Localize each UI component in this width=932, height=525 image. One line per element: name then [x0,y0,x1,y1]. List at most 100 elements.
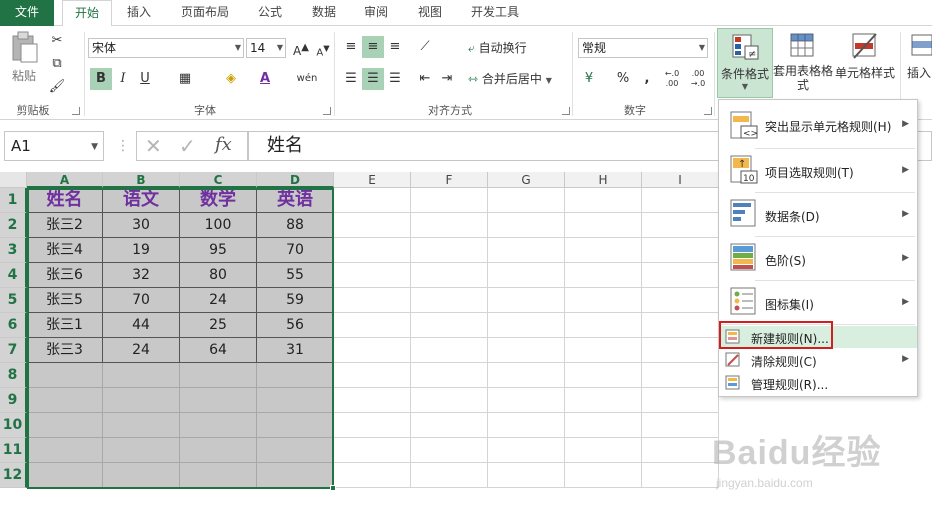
row-header[interactable]: 7 [0,338,27,363]
cell[interactable] [411,263,488,288]
row-header[interactable]: 3 [0,238,27,263]
font-size-combo[interactable]: 14 ▼ [246,38,286,58]
cell[interactable] [27,438,103,463]
cell[interactable] [642,188,719,213]
cell[interactable] [334,438,411,463]
menu-item-highlight-cells-rules[interactable]: <> 突出显示单元格规则(H) ▶ [719,106,917,146]
cell[interactable] [103,388,180,413]
data-cell[interactable]: 张三3 [27,338,103,363]
column-header[interactable]: I [642,172,719,188]
cell[interactable] [565,188,642,213]
header-cell[interactable]: 英语 [257,188,334,213]
align-center-icon[interactable]: ☰ [362,68,384,90]
cell[interactable] [27,463,103,488]
bold-button[interactable]: B [90,68,112,90]
cell[interactable] [642,463,719,488]
decrease-decimal-button[interactable]: .00 →.0 [686,68,710,90]
cell[interactable] [565,338,642,363]
data-cell[interactable]: 25 [180,313,257,338]
menu-item-clear-rules[interactable]: 清除规则(C) ▶ [719,349,917,371]
column-header[interactable]: G [488,172,565,188]
cell[interactable] [334,413,411,438]
align-left-icon[interactable]: ☰ [340,68,362,90]
cell[interactable] [411,463,488,488]
copy-icon[interactable]: ⧉ [46,53,68,75]
column-header[interactable]: F [411,172,488,188]
cell[interactable] [411,188,488,213]
column-header[interactable]: C [180,172,257,188]
underline-button[interactable]: U [134,68,156,90]
header-cell[interactable]: 姓名 [27,188,103,213]
data-cell[interactable]: 95 [180,238,257,263]
data-cell[interactable]: 张三5 [27,288,103,313]
cell[interactable] [565,263,642,288]
cell[interactable] [334,213,411,238]
cell[interactable] [642,238,719,263]
cell[interactable] [642,363,719,388]
cell[interactable] [334,188,411,213]
cell[interactable] [642,313,719,338]
tab-home[interactable]: 开始 [62,0,112,27]
cell[interactable] [103,463,180,488]
cell[interactable] [334,363,411,388]
comma-button[interactable]: , [636,68,658,90]
cell[interactable] [103,413,180,438]
data-cell[interactable]: 张三4 [27,238,103,263]
cell[interactable] [27,388,103,413]
cut-icon[interactable]: ✂ [46,30,68,52]
row-header[interactable]: 5 [0,288,27,313]
cell[interactable] [565,463,642,488]
border-icon[interactable]: ▦ [174,68,196,90]
increase-font-icon[interactable]: A▲ [290,37,312,59]
cell[interactable] [411,388,488,413]
cell[interactable] [565,363,642,388]
tab-view[interactable]: 视图 [404,0,456,26]
data-cell[interactable]: 31 [257,338,334,363]
row-header[interactable]: 9 [0,388,27,413]
tab-data[interactable]: 数据 [298,0,350,26]
tab-file[interactable]: 文件 [0,0,54,26]
menu-item-icon-sets[interactable]: 图标集(I) ▶ [719,282,917,324]
insert-function-icon[interactable]: fx [215,134,232,155]
cell[interactable] [488,463,565,488]
cell[interactable] [642,288,719,313]
number-format-combo[interactable]: 常规 ▼ [578,38,708,58]
cell[interactable] [642,338,719,363]
data-cell[interactable]: 张三1 [27,313,103,338]
row-header[interactable]: 12 [0,463,27,488]
align-top-icon[interactable]: ≡ [340,36,362,58]
data-cell[interactable]: 59 [257,288,334,313]
format-painter-icon[interactable]: 🖌 [46,76,68,98]
cell[interactable] [642,213,719,238]
wrap-text-button[interactable]: ⤶ 自动换行 [468,38,527,58]
cell[interactable] [334,288,411,313]
data-cell[interactable]: 32 [103,263,180,288]
row-header[interactable]: 11 [0,438,27,463]
tab-insert[interactable]: 插入 [114,0,164,26]
cell[interactable] [565,438,642,463]
row-header[interactable]: 4 [0,263,27,288]
data-cell[interactable]: 100 [180,213,257,238]
cell[interactable] [257,363,334,388]
data-cell[interactable]: 55 [257,263,334,288]
cell-styles-button[interactable]: 单元格样式 [834,28,896,98]
data-cell[interactable]: 64 [180,338,257,363]
column-header[interactable]: A [27,172,103,188]
menu-item-color-scales[interactable]: 色阶(S) ▶ [719,238,917,280]
cell[interactable] [334,238,411,263]
cell[interactable] [488,313,565,338]
cell[interactable] [103,438,180,463]
conditional-formatting-button[interactable]: ≠ 条件格式 ▼ [717,28,773,98]
data-cell[interactable]: 56 [257,313,334,338]
cell[interactable] [257,463,334,488]
currency-icon[interactable]: ¥ [578,68,600,90]
header-cell[interactable]: 语文 [103,188,180,213]
decrease-indent-icon[interactable]: ⇤ [414,68,436,90]
phonetic-icon[interactable]: wén [296,68,318,90]
decrease-font-icon[interactable]: A▼ [312,37,334,59]
percent-button[interactable]: % [612,68,634,90]
row-header[interactable]: 6 [0,313,27,338]
cell[interactable] [488,438,565,463]
data-cell[interactable]: 70 [257,238,334,263]
column-header[interactable]: E [334,172,411,188]
